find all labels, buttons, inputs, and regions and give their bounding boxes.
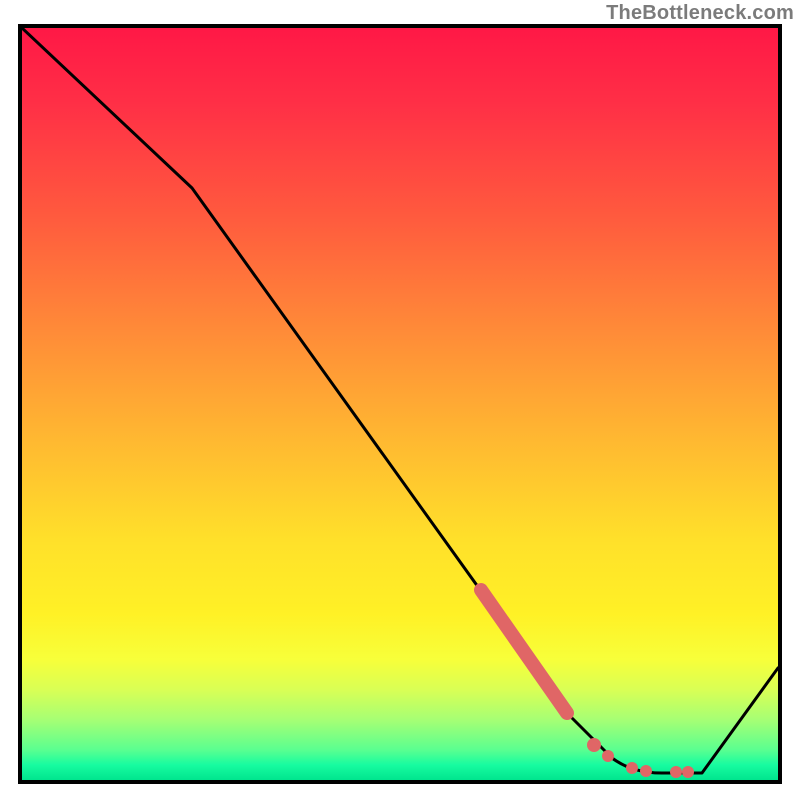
minimum-dots: [587, 738, 694, 778]
bottleneck-curve: [22, 28, 778, 773]
plot-area: [18, 24, 782, 784]
curve-layer: [22, 28, 778, 780]
highlight-segment: [481, 590, 567, 713]
chart-container: TheBottleneck.com: [0, 0, 800, 800]
attribution-text: TheBottleneck.com: [606, 2, 794, 25]
